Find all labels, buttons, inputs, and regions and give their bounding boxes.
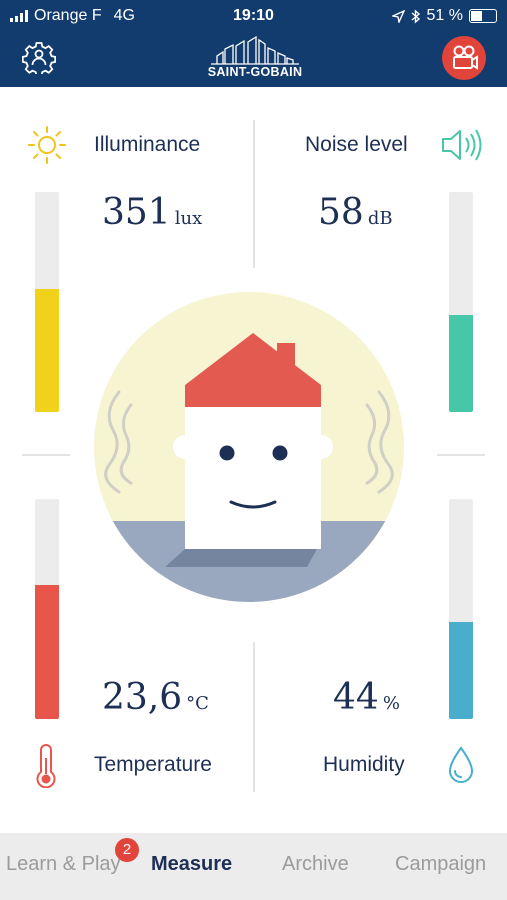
illuminance-value: 351 lux [102,192,202,233]
illuminance-unit: lux [174,208,203,229]
noise-value: 58 dB [318,192,393,233]
noise-gauge [449,192,473,412]
tab-archive[interactable]: Archive [282,853,349,876]
humidity-gauge-fill [449,622,473,719]
noise-number: 58 [318,192,364,233]
measure-dashboard: Illuminance 351 lux Noise level 58 dB 23… [0,87,507,833]
humidity-unit: % [382,693,400,714]
tab-learn-play[interactable]: Learn & Play [6,853,121,876]
humidity-number: 44 [333,677,379,718]
status-bar: Orange F 4G 19:10 51 % [0,0,507,32]
illuminance-number: 351 [102,192,171,233]
temperature-value: 23,6 °C [102,677,209,718]
divider-top [253,120,255,268]
temperature-gauge [35,499,59,719]
temperature-number: 23,6 [102,677,183,718]
brand-logo: SAINT-GOBAIN [203,36,307,82]
humidity-value: 44% [333,677,400,718]
temperature-unit: °C [186,693,209,714]
divider-bottom [253,642,255,792]
temperature-gauge-fill [35,584,59,719]
illuminance-gauge [35,192,59,412]
humidity-label: Humidity [323,753,405,776]
brand-name: SAINT-GOBAIN [207,65,303,79]
tab-campaign[interactable]: Campaign [395,853,486,876]
water-drop-icon [448,746,474,783]
divider-left [22,454,70,456]
tab-bar: Learn & Play 2 Measure Archive Campaign [0,833,507,900]
settings-gear-icon [21,42,57,77]
skyline-logo-icon [211,36,299,65]
thermometer-icon [36,744,56,788]
settings-button[interactable] [21,40,57,77]
battery-icon [469,9,497,23]
location-arrow-icon [391,9,405,23]
noise-unit: dB [367,208,393,229]
illuminance-gauge-fill [35,288,59,412]
house-illustration [94,292,404,602]
noise-gauge-fill [449,315,473,412]
video-button[interactable] [442,36,486,80]
sun-icon [28,126,66,164]
battery-percent: 51 % [426,7,463,24]
speaker-icon [442,129,482,161]
divider-right [437,454,485,456]
illuminance-label: Illuminance [94,133,201,156]
notification-badge: 2 [115,838,139,862]
temperature-label: Temperature [94,753,212,776]
noise-label: Noise level [305,133,408,156]
humidity-gauge [449,499,473,719]
video-camera-icon [453,45,478,70]
tab-measure[interactable]: Measure [151,853,232,876]
top-bar: Orange F 4G 19:10 51 % SAINT-GOBAIN [0,0,507,87]
bluetooth-icon [411,8,420,24]
